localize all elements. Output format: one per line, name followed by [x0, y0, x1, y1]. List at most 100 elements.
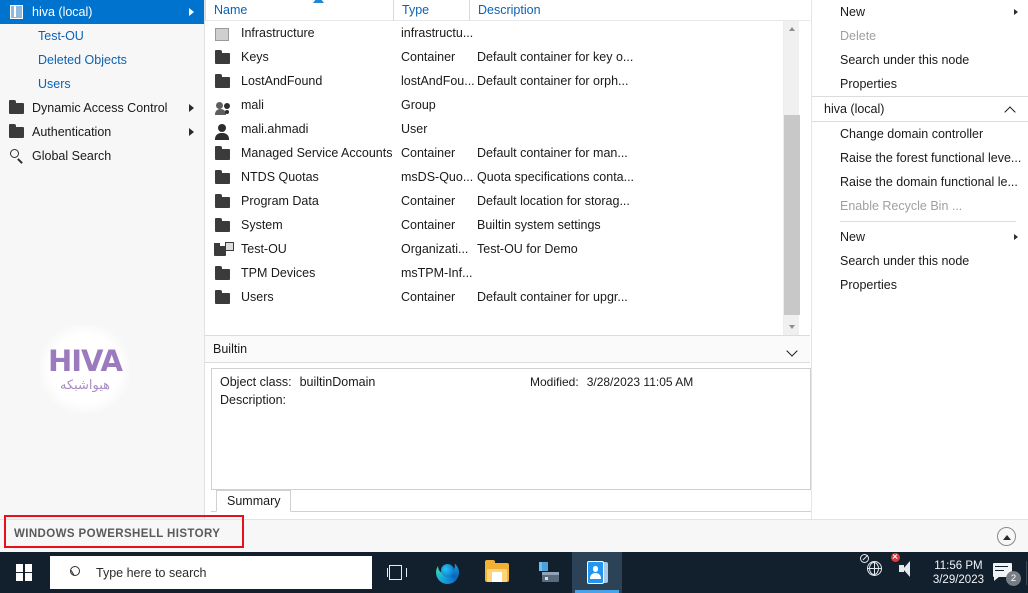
taskbar-search-input[interactable]: Type here to search — [50, 556, 372, 589]
folder-icon — [8, 124, 26, 140]
chevron-down-icon[interactable] — [787, 345, 798, 356]
task-properties[interactable]: Properties — [812, 72, 1028, 96]
row-type: Organizati... — [401, 242, 469, 256]
nav-item-users[interactable]: Users — [0, 72, 204, 96]
task-section-hiva-local[interactable]: hiva (local) — [812, 96, 1028, 122]
folder-icon — [213, 193, 233, 209]
scroll-down-button[interactable] — [784, 319, 800, 335]
folder-icon — [213, 169, 233, 185]
tasks-pane: New Delete Search under this node Proper… — [811, 0, 1028, 519]
expand-powershell-history-button[interactable] — [997, 527, 1016, 546]
nav-item-label: hiva (local) — [32, 5, 93, 19]
row-description: Test-OU for Demo — [477, 242, 578, 256]
folder-icon — [213, 217, 233, 233]
taskbar-app-file-explorer[interactable] — [472, 552, 522, 593]
nav-item-deleted-objects[interactable]: Deleted Objects — [0, 48, 204, 72]
row-name: Keys — [241, 50, 269, 64]
search-icon — [70, 565, 84, 580]
active-directory-administrative-center-icon — [586, 561, 608, 584]
ad-administrative-center-window: hiva (local) Test-OU Deleted Objects Use… — [0, 0, 1028, 593]
list-column-headers: Name Type Description — [205, 0, 810, 21]
row-name: Infrastructure — [241, 26, 315, 40]
chevron-right-icon[interactable] — [189, 8, 194, 16]
task-properties-domain[interactable]: Properties — [812, 273, 1028, 297]
taskbar-app-active-directory-administrative-center[interactable] — [572, 552, 622, 593]
nav-item-authentication[interactable]: Authentication — [0, 120, 204, 144]
preview-pane-header[interactable]: Builtin — [205, 335, 810, 363]
square-icon — [213, 25, 233, 41]
row-type: msDS-Quo... — [401, 170, 474, 184]
nav-item-dynamic-access-control[interactable]: Dynamic Access Control — [0, 96, 204, 120]
list-vertical-scrollbar[interactable] — [783, 21, 800, 335]
row-type: Group — [401, 98, 436, 112]
table-row[interactable]: LostAndFound lostAndFou... Default conta… — [205, 69, 810, 93]
table-row[interactable]: mali Group — [205, 93, 810, 117]
nav-item-label: Deleted Objects — [38, 53, 127, 67]
description-label: Description: — [220, 393, 286, 407]
object-class-label: Object class: — [220, 375, 292, 389]
chevron-up-icon[interactable] — [1005, 104, 1016, 115]
table-row[interactable]: TPM Devices msTPM-Inf... — [205, 261, 810, 285]
taskbar-app-server-manager[interactable] — [522, 552, 572, 593]
column-header-type[interactable]: Type — [393, 0, 469, 21]
table-row[interactable]: Managed Service Accounts Container Defau… — [205, 141, 810, 165]
table-row[interactable]: Program Data Container Default location … — [205, 189, 810, 213]
chevron-right-icon[interactable] — [1014, 9, 1018, 15]
nav-item-label: Authentication — [32, 125, 112, 139]
notification-center-button[interactable]: 2 — [992, 561, 1021, 586]
notification-count-badge: 2 — [1006, 570, 1021, 586]
table-row[interactable]: Infrastructure infrastructu... — [205, 21, 810, 45]
nav-item-label: Users — [38, 77, 71, 91]
watermark-brand: HIVA — [48, 343, 123, 378]
row-description: Default container for orph... — [477, 74, 629, 88]
row-name: Program Data — [241, 194, 319, 208]
task-new[interactable]: New — [812, 0, 1028, 24]
taskbar-clock[interactable]: 11:56 PM 3/29/2023 — [933, 559, 984, 587]
volume-muted-icon[interactable] — [890, 552, 923, 585]
row-name: Managed Service Accounts — [241, 146, 393, 160]
table-row[interactable]: Test-OU Organizati... Test-OU for Demo — [205, 237, 810, 261]
column-header-description[interactable]: Description — [469, 0, 785, 21]
task-change-domain-controller[interactable]: Change domain controller — [812, 122, 1028, 146]
chevron-right-icon[interactable] — [1014, 234, 1018, 240]
network-status-icon[interactable] — [859, 553, 891, 585]
clock-time: 11:56 PM — [934, 559, 983, 572]
task-raise-forest-functional-level[interactable]: Raise the forest functional leve... — [812, 146, 1028, 170]
table-row[interactable]: mali.ahmadi User — [205, 117, 810, 141]
windows-logo-icon — [15, 564, 33, 581]
nav-item-hiva-local[interactable]: hiva (local) — [0, 0, 204, 24]
task-search-under-this-node[interactable]: Search under this node — [812, 48, 1028, 72]
table-row[interactable]: NTDS Quotas msDS-Quo... Quota specificat… — [205, 165, 810, 189]
task-search-under-this-node-domain[interactable]: Search under this node — [812, 249, 1028, 273]
nav-item-label: Test-OU — [38, 29, 84, 43]
start-button[interactable] — [0, 552, 48, 593]
preview-tab-strip: Summary — [211, 490, 811, 512]
task-label: Search under this node — [840, 254, 970, 268]
task-label: Enable Recycle Bin ... — [840, 199, 963, 213]
folder-icon — [213, 265, 233, 281]
scroll-up-button[interactable] — [784, 21, 800, 37]
row-type: lostAndFou... — [401, 74, 475, 88]
taskbar-app-microsoft-edge[interactable] — [422, 552, 472, 593]
task-raise-domain-functional-level[interactable]: Raise the domain functional le... — [812, 170, 1028, 194]
nav-item-global-search[interactable]: Global Search — [0, 144, 204, 168]
tab-summary[interactable]: Summary — [216, 490, 292, 512]
nav-item-test-ou[interactable]: Test-OU — [0, 24, 204, 48]
scrollbar-thumb[interactable] — [784, 115, 800, 315]
chevron-right-icon[interactable] — [189, 104, 194, 112]
table-row[interactable]: System Container Builtin system settings — [205, 213, 810, 237]
file-explorer-icon — [485, 560, 509, 582]
row-description: Quota specifications conta... — [477, 170, 635, 184]
row-name: System — [241, 218, 283, 232]
task-label: New — [840, 5, 866, 19]
row-type: msTPM-Inf... — [401, 266, 473, 280]
chevron-right-icon[interactable] — [189, 128, 194, 136]
taskbar-app-task-view[interactable] — [372, 552, 422, 593]
row-name: NTDS Quotas — [241, 170, 319, 184]
powershell-history-bar[interactable]: WINDOWS POWERSHELL HISTORY — [0, 519, 1028, 552]
table-row[interactable]: Users Container Default container for up… — [205, 285, 810, 309]
table-row[interactable]: Keys Container Default container for key… — [205, 45, 810, 69]
column-header-name[interactable]: Name — [205, 0, 393, 21]
task-label: Raise the domain functional le... — [840, 175, 1018, 189]
task-new-domain[interactable]: New — [812, 225, 1028, 249]
